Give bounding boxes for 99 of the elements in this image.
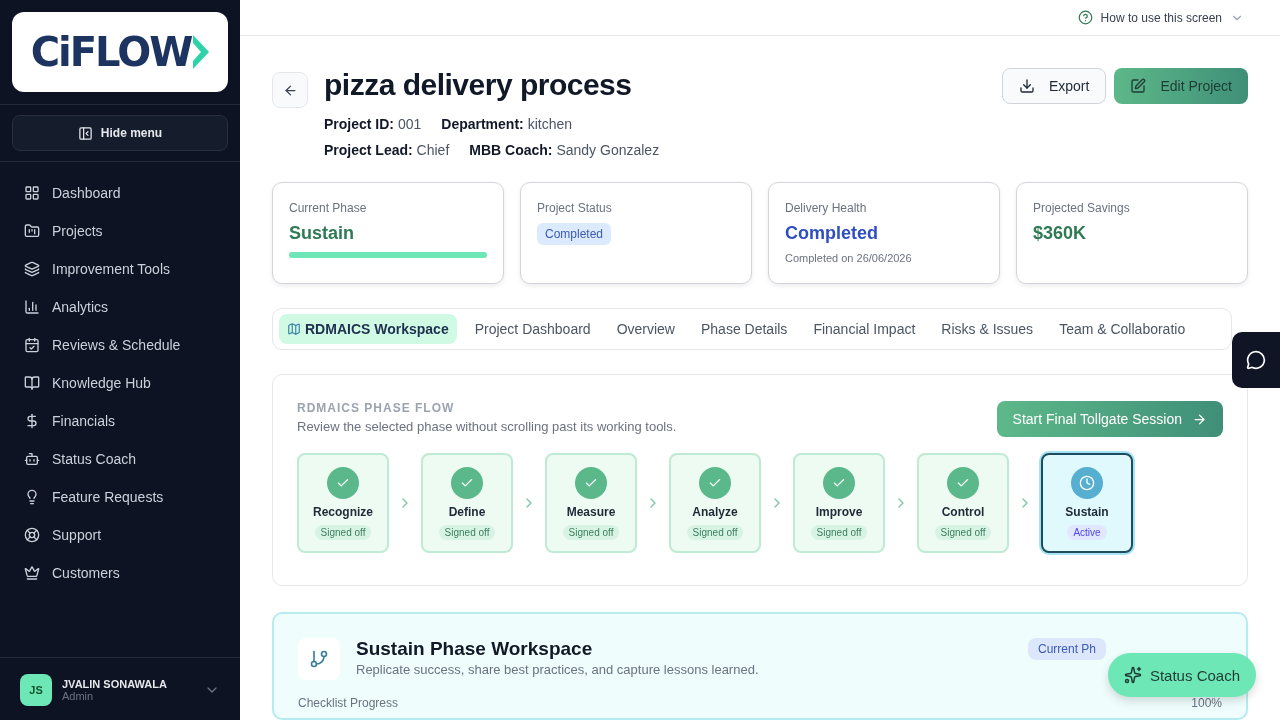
help-link[interactable]: How to use this screen <box>1077 10 1244 25</box>
map-icon <box>287 322 301 336</box>
lightbulb-icon <box>24 489 40 505</box>
grid-icon <box>24 185 40 201</box>
user-name: JVALIN SONAWALA <box>62 678 168 690</box>
project-title: pizza delivery process <box>324 68 633 102</box>
check-circle-icon <box>699 466 731 499</box>
layers-icon <box>24 261 40 277</box>
stat-label: Current Phase <box>289 201 368 215</box>
edit-icon <box>1130 78 1147 94</box>
chevron-icon <box>193 35 210 69</box>
chat-bubble-icon <box>1246 350 1266 370</box>
phase-status: Signed off <box>934 524 992 540</box>
phase-step[interactable]: Recognize Signed off <box>297 453 389 553</box>
phase-step[interactable]: Analyze Signed off <box>669 453 761 553</box>
stat-label: Projected Savings <box>1033 201 1131 215</box>
help-icon <box>1077 10 1093 25</box>
stat-label: Project Status <box>537 201 613 215</box>
back-button[interactable] <box>272 72 308 108</box>
phase-status: Active <box>1067 524 1107 540</box>
user-avatar: JS <box>20 674 52 706</box>
current-phase-badge: Current Ph <box>1027 638 1106 660</box>
check-circle-icon <box>823 466 855 499</box>
progress-value: 100% <box>1191 696 1222 710</box>
tab[interactable]: RDMAICS Workspace <box>279 314 457 344</box>
project-meta: Project Lead: Chief <box>324 142 450 158</box>
workspace-title: Sustain Phase Workspace <box>356 638 594 660</box>
phase-name: Control <box>941 504 985 519</box>
tab[interactable]: Overview <box>608 314 683 344</box>
phase-status: Signed off <box>686 524 744 540</box>
export-button[interactable]: Export <box>1001 68 1107 104</box>
sidebar-item[interactable]: Feature Requests <box>12 478 228 516</box>
panel-collapse-icon <box>77 125 93 141</box>
stat-note: Completed on 26/06/2026 <box>785 252 913 264</box>
phase-status: Signed off <box>314 524 372 540</box>
logo-text: CiFLOW <box>30 29 192 75</box>
sidebar-item[interactable]: Status Coach <box>12 440 228 478</box>
phase-name: Measure <box>566 504 616 519</box>
dollar-icon <box>24 413 40 429</box>
phase-step[interactable]: Define Signed off <box>421 453 513 553</box>
stat-value: $360K <box>1033 223 1088 244</box>
phase-name: Define <box>448 504 486 519</box>
download-icon <box>1018 78 1035 94</box>
section-heading: RDMAICS PHASE FLOW <box>297 401 456 415</box>
section-subtitle: Review the selected phase without scrolling past its working tools. <box>297 419 677 434</box>
tab[interactable]: Phase Details <box>693 314 796 344</box>
check-circle-icon <box>575 466 607 499</box>
progress-label: Checklist Progress <box>298 696 399 710</box>
crown-icon <box>24 565 40 581</box>
sidebar-item[interactable]: Reviews & Schedule <box>12 326 228 364</box>
sidebar-item[interactable]: Improvement Tools <box>12 250 228 288</box>
robot-icon <box>24 451 40 467</box>
hide-menu-button[interactable]: Hide menu <box>12 115 228 151</box>
tab[interactable]: Risks & Issues <box>933 314 1042 344</box>
sidebar-item[interactable]: Dashboard <box>12 174 228 212</box>
phase-status: Signed off <box>562 524 620 540</box>
phase-name: Sustain <box>1065 504 1109 519</box>
sidebar-item[interactable]: Knowledge Hub <box>12 364 228 402</box>
phase-step[interactable]: Control Signed off <box>917 453 1009 553</box>
workspace-subtitle: Replicate success, share best practices, and capture lessons learned. <box>356 662 760 677</box>
project-meta: Project ID: 001 <box>324 116 422 132</box>
bar-chart-icon <box>24 299 40 315</box>
phase-name: Recognize <box>313 504 373 519</box>
tab[interactable]: Financial Impact <box>805 314 924 344</box>
phase-step[interactable]: Sustain Active <box>1041 453 1133 553</box>
edit-project-button[interactable]: Edit Project <box>1114 68 1248 104</box>
status-coach-button[interactable]: Status Coach <box>1107 653 1256 697</box>
phase-name: Analyze <box>692 504 738 519</box>
tab[interactable]: Team & Collaboratio <box>1051 314 1194 344</box>
phase-step[interactable]: Measure Signed off <box>545 453 637 553</box>
clock-icon <box>1071 466 1103 499</box>
calendar-icon <box>24 337 40 353</box>
status-badge: Completed <box>537 223 612 245</box>
phase-status: Signed off <box>438 524 496 540</box>
arrow-right-icon <box>1192 411 1207 427</box>
book-icon <box>24 375 40 391</box>
project-meta: MBB Coach: Sandy Gonzalez <box>469 142 660 158</box>
sidebar-item[interactable]: Analytics <box>12 288 228 326</box>
phase-step[interactable]: Improve Signed off <box>793 453 885 553</box>
folder-icon <box>24 223 40 239</box>
sparkles-icon <box>1123 666 1142 684</box>
sidebar-item[interactable]: Support <box>12 516 228 554</box>
sidebar-item[interactable]: Projects <box>12 212 228 250</box>
stat-value: Completed <box>785 223 879 244</box>
phase-status: Signed off <box>810 524 868 540</box>
user-role: Admin <box>62 690 95 702</box>
phase-name: Improve <box>815 504 863 519</box>
branch-icon <box>298 638 340 680</box>
lifebuoy-icon <box>24 527 40 543</box>
stat-value: Sustain <box>289 223 355 244</box>
sidebar-item[interactable]: Customers <box>12 554 228 592</box>
project-meta: Department: kitchen <box>441 116 572 132</box>
sidebar-item[interactable]: Financials <box>12 402 228 440</box>
chat-button[interactable] <box>1232 332 1280 388</box>
check-circle-icon <box>947 466 979 499</box>
check-circle-icon <box>327 466 359 499</box>
stat-label: Delivery Health <box>785 201 868 215</box>
tab[interactable]: Project Dashboard <box>466 314 599 344</box>
check-circle-icon <box>451 466 483 499</box>
